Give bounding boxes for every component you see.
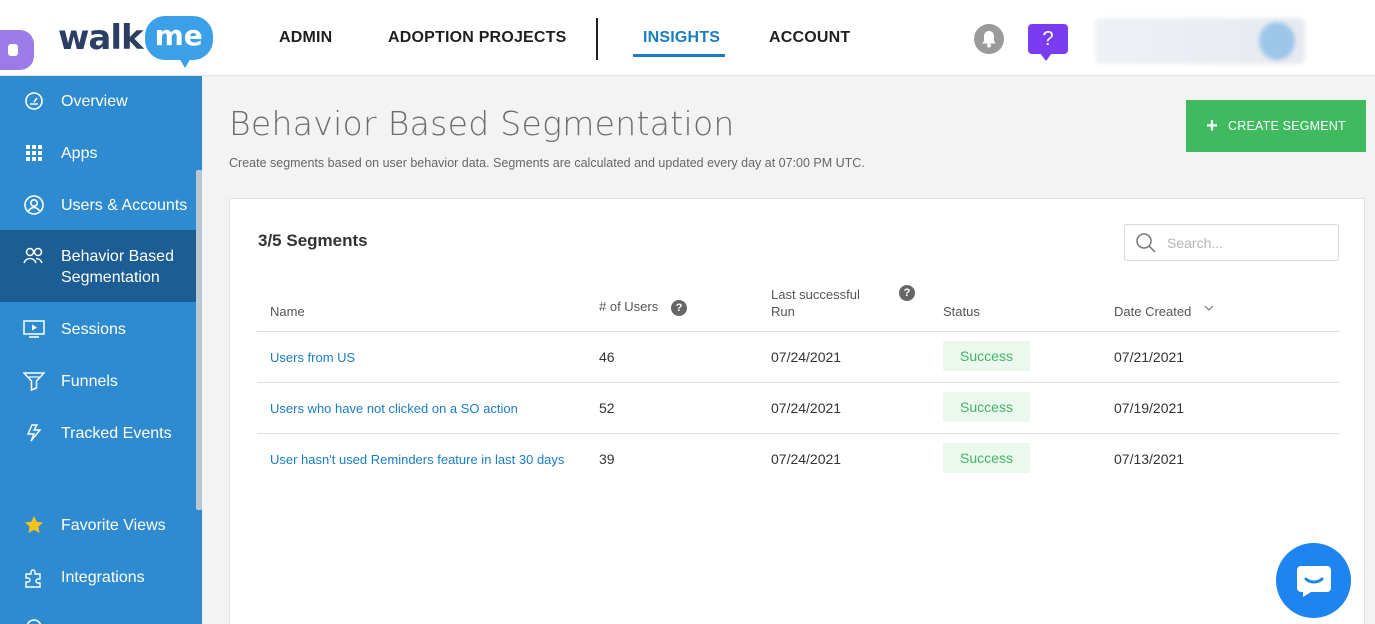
sidebar-item-label: Apps [61, 144, 98, 162]
table-row[interactable]: Users from US 46 07/24/2021 Success 07/2… [230, 332, 1366, 382]
plus-icon: + [1206, 115, 1219, 137]
sidebar-item-overview[interactable]: Overview [0, 86, 196, 116]
segments-count-title: 3/5 Segments [258, 231, 368, 250]
sidebar-item-label-line1: Behavior Based [61, 248, 174, 265]
side-launcher-tab[interactable] [0, 30, 34, 70]
column-header-name: Name [270, 304, 305, 319]
status-badge: Success [943, 341, 1030, 371]
avatar [1259, 22, 1295, 60]
segment-name-link[interactable]: Users who have not clicked on a SO actio… [270, 401, 518, 416]
nav-admin[interactable]: ADMIN [279, 0, 332, 76]
users-help-icon[interactable]: ? [671, 300, 687, 316]
top-bar: walk me ADMIN ADOPTION PROJECTS INSIGHTS… [0, 0, 1375, 76]
sidebar-item-label: Sessions [61, 320, 126, 338]
sidebar-item-apps[interactable]: Apps [0, 138, 196, 168]
column-header-last-run: Last successful Run [771, 286, 860, 320]
sidebar-item-label: Users & Accounts [61, 196, 188, 214]
chevron-down-icon[interactable] [1204, 303, 1214, 313]
sidebar-item-funnels[interactable]: Funnels [0, 366, 196, 396]
last-run-help-icon[interactable]: ? [899, 285, 915, 301]
segment-date-created: 07/21/2021 [1114, 349, 1185, 365]
table-row[interactable]: User hasn't used Reminders feature in la… [230, 434, 1366, 484]
star-icon [22, 513, 46, 537]
sidebar-item-label: Tracked Events [61, 424, 172, 442]
search-icon [1135, 232, 1157, 254]
nav-divider [596, 18, 598, 60]
puzzle-icon [22, 565, 46, 589]
status-badge: Success [943, 392, 1030, 422]
nav-account[interactable]: ACCOUNT [769, 0, 850, 76]
nav-active-underline [633, 54, 725, 57]
segment-users-count: 46 [599, 349, 615, 365]
column-header-date-created[interactable]: Date Created [1114, 304, 1191, 319]
nav-insights[interactable]: INSIGHTS [643, 0, 720, 76]
sidebar-scrollbar[interactable] [196, 170, 202, 510]
table-row[interactable]: Users who have not clicked on a SO actio… [230, 383, 1366, 433]
column-header-status: Status [943, 304, 980, 319]
segment-name-link[interactable]: User hasn't used Reminders feature in la… [270, 452, 564, 467]
logo-walk-text: walk [58, 18, 144, 58]
sidebar: Overview Apps Users & Accounts Behavior … [0, 76, 202, 624]
create-segment-label: CREATE SEGMENT [1228, 119, 1346, 133]
users-icon [22, 244, 46, 268]
segment-last-run: 07/24/2021 [771, 400, 842, 416]
segments-card: 3/5 Segments Name # of Users ? Last succ… [229, 198, 1365, 624]
sidebar-item-integrations[interactable]: Integrations [0, 562, 196, 592]
status-badge: Success [943, 443, 1030, 473]
chat-icon [1296, 565, 1331, 597]
help-button[interactable]: ? [1028, 24, 1068, 61]
sidebar-item-behavior-based-segmentation[interactable]: Behavior Based Segmentation [0, 230, 196, 302]
sidebar-item-sessions[interactable]: Sessions [0, 314, 196, 344]
segment-name-link[interactable]: Users from US [270, 350, 355, 365]
funnel-icon [22, 369, 46, 393]
sidebar-item-tracked-events[interactable]: Tracked Events [0, 418, 196, 448]
sidebar-item-label: Integrations [61, 568, 145, 586]
search-box[interactable] [1124, 224, 1339, 261]
sidebar-item-label: Overview [61, 92, 128, 110]
column-header-last-run-line2: Run [771, 304, 795, 319]
gauge-icon [22, 89, 46, 113]
walkme-logo[interactable]: walk me [58, 14, 213, 68]
play-screen-icon [22, 317, 46, 341]
sidebar-item-label: Favorite Views [61, 516, 166, 534]
gear-icon [22, 615, 46, 624]
logo-me-bubble: me [144, 16, 213, 68]
notification-bell-icon[interactable] [974, 24, 1004, 54]
sidebar-item-users-accounts[interactable]: Users & Accounts [0, 190, 196, 220]
segment-users-count: 52 [599, 400, 615, 416]
segment-users-count: 39 [599, 451, 615, 467]
page-subtitle: Create segments based on user behavior d… [229, 156, 865, 170]
sidebar-item-cutoff[interactable] [0, 612, 196, 624]
chat-launcher-button[interactable] [1276, 543, 1351, 618]
segment-date-created: 07/19/2021 [1114, 400, 1185, 416]
column-header-last-run-line1: Last successful [771, 287, 860, 302]
sidebar-item-label: Funnels [61, 372, 118, 390]
user-menu[interactable] [1095, 18, 1305, 64]
column-header-users: # of Users [599, 299, 659, 314]
segment-last-run: 07/24/2021 [771, 451, 842, 467]
search-input[interactable] [1167, 234, 1327, 251]
segment-date-created: 07/13/2021 [1114, 451, 1185, 467]
sidebar-item-label-line2: Segmentation [61, 269, 160, 286]
grid-icon [22, 141, 46, 165]
create-segment-button[interactable]: + CREATE SEGMENT [1186, 100, 1366, 152]
launcher-dot-icon [8, 44, 18, 56]
sidebar-item-label: Behavior Based Segmentation [61, 246, 174, 288]
page-title: Behavior Based Segmentation [229, 104, 735, 143]
segment-last-run: 07/24/2021 [771, 349, 842, 365]
user-circle-icon [22, 193, 46, 217]
help-question-icon: ? [1042, 27, 1054, 50]
bolt-icon [22, 421, 46, 445]
sidebar-item-favorite-views[interactable]: Favorite Views [0, 510, 196, 540]
nav-adoption-projects[interactable]: ADOPTION PROJECTS [388, 0, 567, 76]
